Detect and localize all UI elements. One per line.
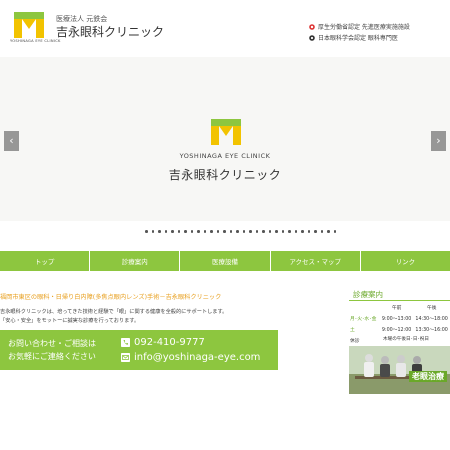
schedule-divider bbox=[349, 300, 450, 301]
clinic-logo-icon[interactable] bbox=[14, 12, 44, 38]
slider-dot[interactable] bbox=[301, 230, 304, 233]
slider-dot[interactable] bbox=[268, 230, 271, 233]
contact-line-1: お問い合わせ・ご相談は bbox=[8, 339, 96, 348]
holiday-note: 木曜の午後日･日･祝日 bbox=[383, 337, 429, 342]
slider-dot[interactable] bbox=[158, 230, 161, 233]
phone-icon bbox=[121, 338, 130, 347]
schedule-day: 休診 bbox=[350, 339, 360, 344]
slider-dot[interactable] bbox=[333, 230, 336, 233]
slider-dot[interactable] bbox=[275, 230, 278, 233]
slider-dot[interactable] bbox=[197, 230, 200, 233]
schedule-corner bbox=[349, 302, 380, 313]
slider-dot[interactable] bbox=[320, 230, 323, 233]
contact-phone[interactable]: 092-410-9777 bbox=[121, 337, 205, 348]
nav-item-links[interactable]: リンク bbox=[360, 251, 450, 271]
slider-dot[interactable] bbox=[255, 230, 258, 233]
cert-mhlw: 厚生労働省認定 先進医療実施施設 bbox=[309, 22, 410, 31]
nav-item-top[interactable]: トップ bbox=[0, 251, 91, 271]
site-header: YOSHINAGA EYE CLINICK 医療法人 元鉄会 吉永眼科クリニック… bbox=[0, 0, 450, 52]
banner-label[interactable]: 老眼治療 bbox=[409, 371, 447, 382]
mail-icon bbox=[121, 353, 130, 362]
schedule-col-am: 午前 bbox=[391, 306, 402, 311]
slider-title-en: YOSHINAGA EYE CLINICK bbox=[179, 152, 271, 160]
cert-mhlw-label: 厚生労働省認定 先進医療実施施設 bbox=[318, 24, 410, 31]
slider-dot[interactable] bbox=[216, 230, 219, 233]
slider-dot[interactable] bbox=[151, 230, 154, 233]
logo-subtitle: YOSHINAGA EYE CLINICK bbox=[10, 39, 61, 43]
main-nav: トップ 診療案内 医療設備 アクセス・マップ リンク bbox=[0, 251, 450, 271]
slider-dot[interactable] bbox=[210, 230, 213, 233]
slider-logo-icon bbox=[211, 119, 241, 145]
schedule-am: 9:00～12:00 bbox=[381, 328, 412, 333]
page-headline: 福岡市東区の眼科・日帰り白内障(多焦点眼内レンズ)手術－吉永眼科クリニック bbox=[0, 294, 222, 301]
eye-badge-icon bbox=[309, 34, 315, 41]
contact-line-2: お気軽にご連絡ください bbox=[8, 352, 96, 361]
nav-item-access[interactable]: アクセス・マップ bbox=[270, 251, 361, 271]
schedule-col-pm: 午後 bbox=[426, 306, 437, 311]
cert-jos: 日本眼科学会認定 眼科専門医 bbox=[309, 33, 398, 42]
hero-slider: YOSHINAGA EYE CLINICK 吉永眼科クリニック bbox=[0, 57, 450, 221]
slider-dot[interactable] bbox=[314, 230, 317, 233]
clinic-name[interactable]: 吉永眼科クリニック bbox=[56, 23, 164, 40]
cert-badge-icon bbox=[309, 23, 315, 30]
presbyopia-banner[interactable]: 老眼治療 bbox=[349, 346, 450, 394]
schedule-am: 9:00～13:00 bbox=[381, 317, 412, 322]
slider-dot[interactable] bbox=[184, 230, 187, 233]
cert-jos-label: 日本眼科学会認定 眼科専門医 bbox=[318, 35, 398, 42]
nav-item-equipment[interactable]: 医療設備 bbox=[180, 251, 271, 271]
slider-dot[interactable] bbox=[242, 230, 245, 233]
nav-item-services[interactable]: 診療案内 bbox=[90, 251, 181, 271]
slider-dot[interactable] bbox=[223, 230, 226, 233]
slider-dot[interactable] bbox=[307, 230, 310, 233]
slider-dot[interactable] bbox=[236, 230, 239, 233]
slider-dot[interactable] bbox=[294, 230, 297, 233]
contact-box: お問い合わせ・ご相談は お気軽にご連絡ください 092-410-9777 inf… bbox=[0, 330, 278, 370]
intro-text-1: 吉永眼科クリニックは、培ってきた技術と経験で「眼」に関する健康を全般的にサポート… bbox=[0, 309, 228, 315]
slider-dot[interactable] bbox=[262, 230, 265, 233]
slider-dot[interactable] bbox=[190, 230, 193, 233]
schedule-pm: 14:30～18:00 bbox=[415, 317, 448, 322]
schedule-day: 月･火･水･金 bbox=[350, 317, 377, 322]
table-row: 月･火･水･金 9:00～13:00 14:30～18:00 bbox=[349, 313, 450, 324]
schedule-pm: 13:30～16:00 bbox=[415, 328, 448, 333]
slider-prev-button[interactable]: ‹ bbox=[4, 131, 19, 151]
email-address[interactable]: info@yoshinaga-eye.com bbox=[134, 352, 260, 363]
slider-title-jp: 吉永眼科クリニック bbox=[168, 168, 282, 182]
slider-dot[interactable] bbox=[327, 230, 330, 233]
schedule-day: 土 bbox=[350, 328, 355, 333]
slider-dot[interactable] bbox=[203, 230, 206, 233]
schedule-title: 診療案内 bbox=[353, 290, 383, 299]
slider-pagination[interactable] bbox=[145, 230, 336, 233]
slider-next-button[interactable]: › bbox=[431, 131, 446, 151]
slider-dot[interactable] bbox=[164, 230, 167, 233]
slider-dot[interactable] bbox=[288, 230, 291, 233]
slider-dot[interactable] bbox=[145, 230, 148, 233]
slider-dot[interactable] bbox=[229, 230, 232, 233]
contact-message: お問い合わせ・ご相談は お気軽にご連絡ください bbox=[8, 337, 96, 363]
table-row: 土 9:00～12:00 13:30～16:00 bbox=[349, 324, 450, 335]
slider-dot[interactable] bbox=[249, 230, 252, 233]
slider-dot[interactable] bbox=[171, 230, 174, 233]
slider-dot[interactable] bbox=[281, 230, 284, 233]
phone-number[interactable]: 092-410-9777 bbox=[134, 337, 205, 348]
contact-email[interactable]: info@yoshinaga-eye.com bbox=[121, 352, 260, 363]
seniors-photo-icon bbox=[349, 346, 450, 394]
intro-text-2: 「安心・安全」をモットーに誠実な診療を行っております。 bbox=[0, 318, 140, 324]
slider-dot[interactable] bbox=[177, 230, 180, 233]
